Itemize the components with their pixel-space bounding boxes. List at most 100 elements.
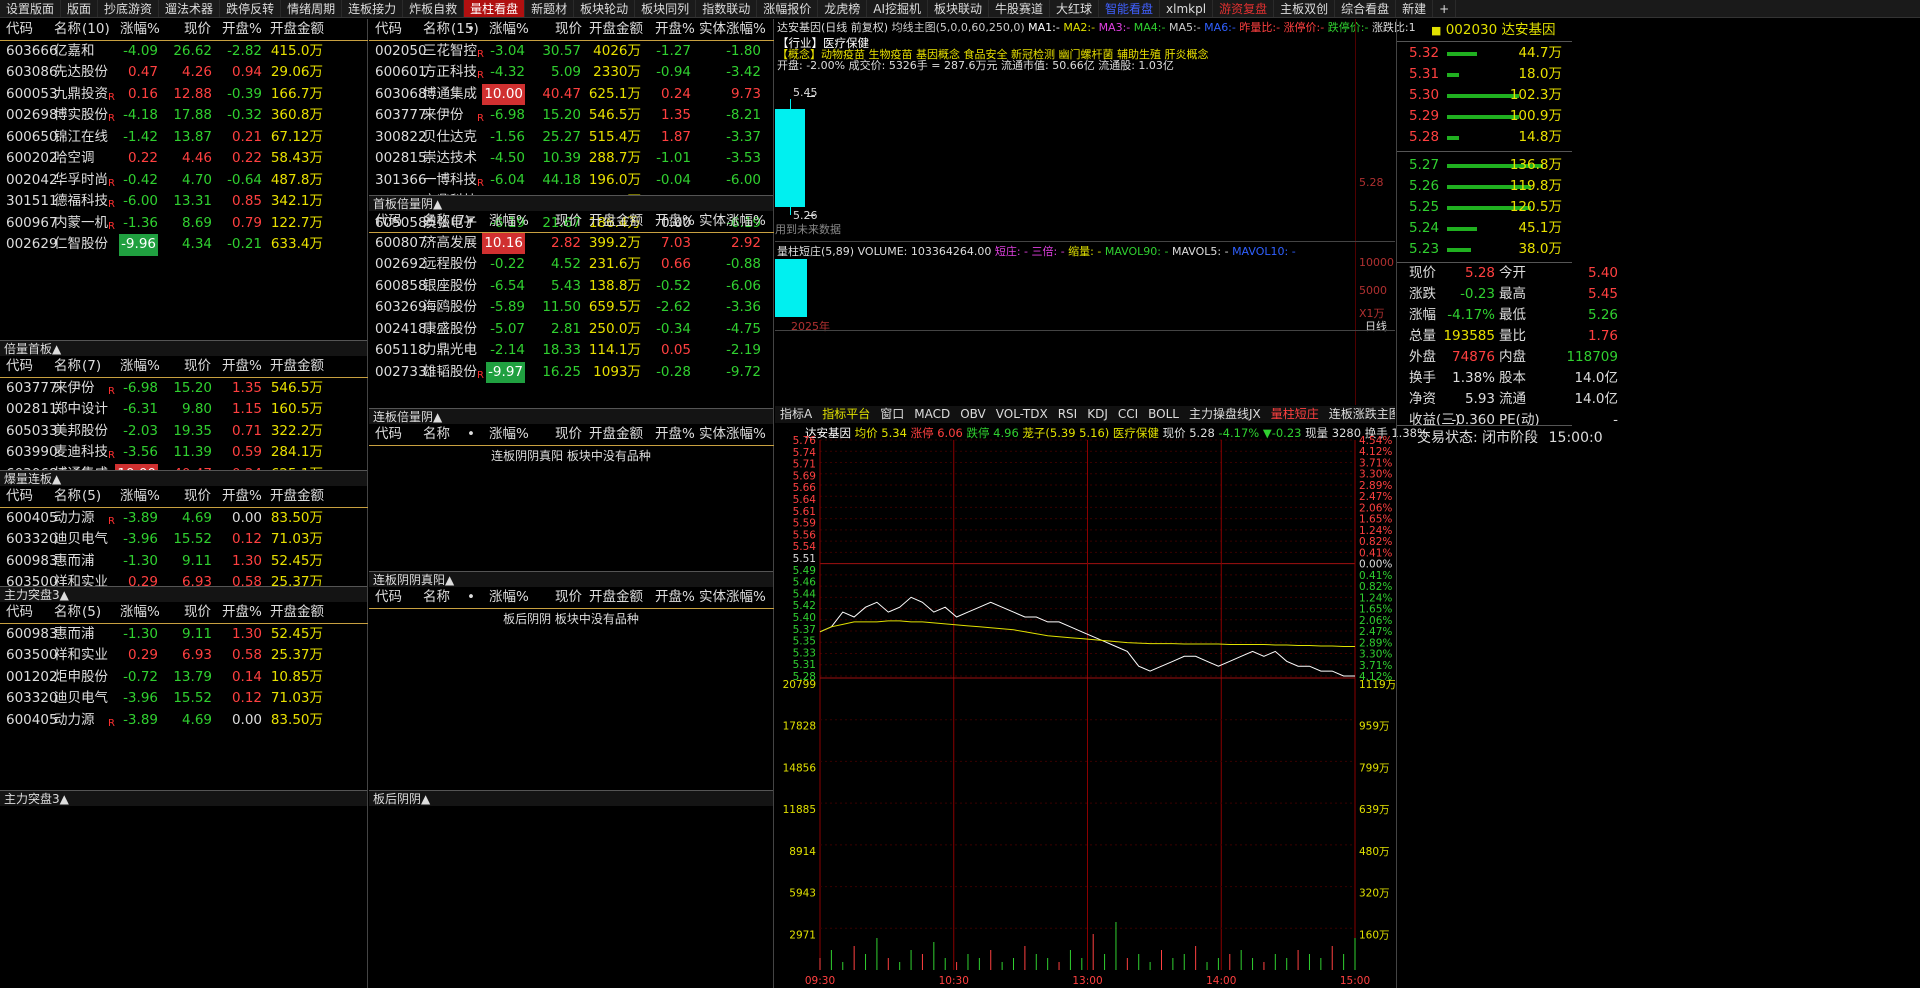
table-row[interactable]: 603269 海鸥股份 -5.89 11.50 659.5万 -2.62 -3.36: [369, 297, 774, 319]
top-tab[interactable]: 炸板自救: [403, 0, 465, 17]
table-row[interactable]: 600650 锦江在线 -1.42 13.87 0.21 67.12万: [0, 127, 368, 149]
header-cell[interactable]: 现价: [555, 19, 582, 41]
table-row[interactable]: 002042 华孚时尚 R -0.42 4.70 -0.64 487.8万: [0, 170, 368, 192]
table-row[interactable]: 002418 康盛股份 -5.07 2.81 250.0万 -0.34 -4.75: [369, 319, 774, 341]
table-row[interactable]: 600601 方正科技 R -4.32 5.09 2330万 -0.94 -3.42: [369, 62, 774, 84]
panel-title[interactable]: 连板倍量阴▲: [369, 408, 773, 424]
orderbook-row[interactable]: 5.25 120.5万: [1397, 197, 1572, 218]
indicator-tab[interactable]: 连板涨跌主图: [1324, 406, 1395, 423]
top-tab[interactable]: 指数联动: [696, 0, 758, 17]
header-cell[interactable]: 开盘%: [655, 587, 695, 609]
orderbook-row[interactable]: 5.29 100.9万: [1397, 106, 1572, 127]
header-cell[interactable]: 代码: [6, 486, 33, 508]
table-row[interactable]: 002050 三花智控 R -3.04 30.57 4026万 -1.27 -1.80: [369, 41, 774, 63]
top-tab[interactable]: 大红球: [1050, 0, 1100, 17]
indicator-tab[interactable]: 量柱短庄: [1266, 406, 1324, 423]
header-cell[interactable]: 代码: [375, 211, 402, 233]
top-tab[interactable]: xlmkpl: [1160, 0, 1214, 17]
table-row[interactable]: 603320 迪贝电气 -3.96 15.52 0.12 71.03万: [0, 688, 368, 710]
indicator-tab[interactable]: 主力操盘线JX: [1184, 406, 1266, 423]
header-cell[interactable]: 现价: [184, 486, 211, 508]
top-tab[interactable]: 情绪周期: [281, 0, 343, 17]
header-cell[interactable]: 现价: [184, 356, 211, 378]
header-cell[interactable]: 涨幅%: [489, 211, 529, 233]
header-cell[interactable]: 开盘%: [655, 19, 695, 41]
header-cell[interactable]: 代码: [6, 19, 33, 41]
top-tab[interactable]: 板块联动: [928, 0, 989, 17]
panel-title[interactable]: 板后阴阴▲: [369, 790, 773, 806]
header-cell[interactable]: 代码: [6, 356, 33, 378]
table-row[interactable]: 002692 远程股份 -0.22 4.52 231.6万 0.66 -0.88: [369, 254, 774, 276]
header-cell[interactable]: 名称: [423, 587, 450, 609]
table-row[interactable]: 002811 郑中设计 -6.31 9.80 1.15 160.5万: [0, 399, 368, 421]
kline-title[interactable]: 达安基因(日线 前复权): [777, 21, 888, 34]
header-cell[interactable]: 现价: [555, 587, 582, 609]
table-row[interactable]: 600405 动力源 R -3.89 4.69 0.00 83.50万: [0, 710, 368, 732]
table-row[interactable]: 603068 博通集成 10.00 40.47 625.1万 0.24 9.73: [369, 83, 774, 105]
top-tab[interactable]: 牛股赛道: [989, 0, 1051, 17]
top-tab[interactable]: 连板接力: [342, 0, 404, 17]
header-cell[interactable]: 开盘金额: [589, 211, 643, 233]
panel-title[interactable]: 主力突盘3▲: [0, 586, 367, 602]
header-cell[interactable]: 代码: [6, 602, 33, 624]
header-cell[interactable]: 涨幅%: [120, 486, 160, 508]
header-cell[interactable]: 开盘%: [655, 211, 695, 233]
top-tab[interactable]: +: [1433, 0, 1457, 17]
header-cell[interactable]: 涨幅%: [120, 356, 160, 378]
table-row[interactable]: 600405 动力源 R -3.89 4.69 0.00 83.50万: [0, 508, 368, 530]
orderbook-row[interactable]: 5.26 119.8万: [1397, 176, 1572, 197]
indicator-tab[interactable]: 指标平台: [817, 406, 875, 423]
top-tab[interactable]: 综合看盘: [1335, 0, 1397, 17]
header-cell[interactable]: •: [467, 587, 475, 609]
table-row[interactable]: 603777 来伊份 R -6.98 15.20 546.5万 1.35 -8.21: [369, 105, 774, 127]
indicator-tab[interactable]: MACD: [909, 406, 955, 423]
orderbook-row[interactable]: 5.27 136.8万: [1397, 155, 1572, 176]
top-tab[interactable]: 遛法术器: [159, 0, 221, 17]
table-row[interactable]: 001202 炬申股份 -0.72 13.79 0.14 10.85万: [0, 667, 368, 689]
indicator-tab[interactable]: 窗口: [875, 406, 909, 423]
header-cell[interactable]: 开盘金额: [270, 19, 324, 41]
header-cell[interactable]: 现价: [184, 19, 211, 41]
top-tab[interactable]: 龙虎榜: [818, 0, 868, 17]
table-row[interactable]: 600983 惠而浦 -1.30 9.11 1.30 52.45万: [0, 624, 368, 646]
orderbook-row[interactable]: 5.30 102.3万: [1397, 85, 1572, 106]
header-cell[interactable]: 涨幅%: [489, 19, 529, 41]
period-label[interactable]: 日线: [1365, 318, 1387, 334]
indicator-tab[interactable]: RSI: [1053, 406, 1083, 423]
indicator-tab[interactable]: VOL-TDX: [991, 406, 1053, 423]
top-tab[interactable]: 量柱看盘: [464, 0, 526, 17]
top-tab[interactable]: 智能看盘: [1099, 0, 1161, 17]
orderbook-row[interactable]: 5.28 14.8万: [1397, 127, 1572, 148]
top-tab[interactable]: 设置版面: [0, 0, 62, 17]
vol-title[interactable]: 量柱短庄(5,89): [777, 245, 854, 258]
panel-title[interactable]: 首板倍量阴▲: [369, 195, 773, 211]
top-tab[interactable]: 涨幅报价: [757, 0, 819, 17]
header-cell[interactable]: 开盘%: [222, 602, 262, 624]
header-cell[interactable]: 实体涨幅%: [699, 211, 766, 233]
indicator-tab[interactable]: 指标A: [775, 406, 817, 423]
indicator-tab[interactable]: KDJ: [1082, 406, 1113, 423]
table-row[interactable]: 603777 来伊份 R -6.98 15.20 1.35 546.5万: [0, 378, 368, 400]
header-cell[interactable]: 开盘金额: [270, 602, 324, 624]
table-row[interactable]: 301511 德福科技 R -6.00 13.31 0.85 342.1万: [0, 191, 368, 213]
header-cell[interactable]: 涨幅%: [120, 602, 160, 624]
header-cell[interactable]: 实体涨幅%: [699, 19, 766, 41]
header-cell[interactable]: 开盘金额: [270, 486, 324, 508]
top-tab[interactable]: 抄底游资: [98, 0, 160, 17]
panel-title[interactable]: 连板阴阴真阳▲: [369, 571, 773, 587]
table-row[interactable]: 600967 内蒙一机 R -1.36 8.69 0.79 122.7万: [0, 213, 368, 235]
header-cell[interactable]: 开盘金额: [270, 356, 324, 378]
table-row[interactable]: 603320 迪贝电气 -3.96 15.52 0.12 71.03万: [0, 529, 368, 551]
header-cell[interactable]: 现价: [555, 211, 582, 233]
header-cell[interactable]: 名称: [423, 19, 450, 41]
table-row[interactable]: 605033 美邦股份 -2.03 19.35 0.71 322.2万: [0, 421, 368, 443]
header-cell[interactable]: 开盘%: [222, 19, 262, 41]
header-cell[interactable]: 名称: [423, 211, 450, 233]
header-cell[interactable]: 代码: [375, 424, 402, 446]
table-row[interactable]: 605118 力鼎光电 -2.14 18.33 114.1万 0.05 -2.19: [369, 340, 774, 362]
header-cell[interactable]: 开盘%: [222, 486, 262, 508]
top-tab[interactable]: 版面: [61, 0, 99, 17]
header-cell[interactable]: 实体涨幅%: [699, 587, 766, 609]
top-tab[interactable]: 新建: [1396, 0, 1434, 17]
table-row[interactable]: 600053 九鼎投资 R 0.16 12.88 -0.39 166.7万: [0, 84, 368, 106]
